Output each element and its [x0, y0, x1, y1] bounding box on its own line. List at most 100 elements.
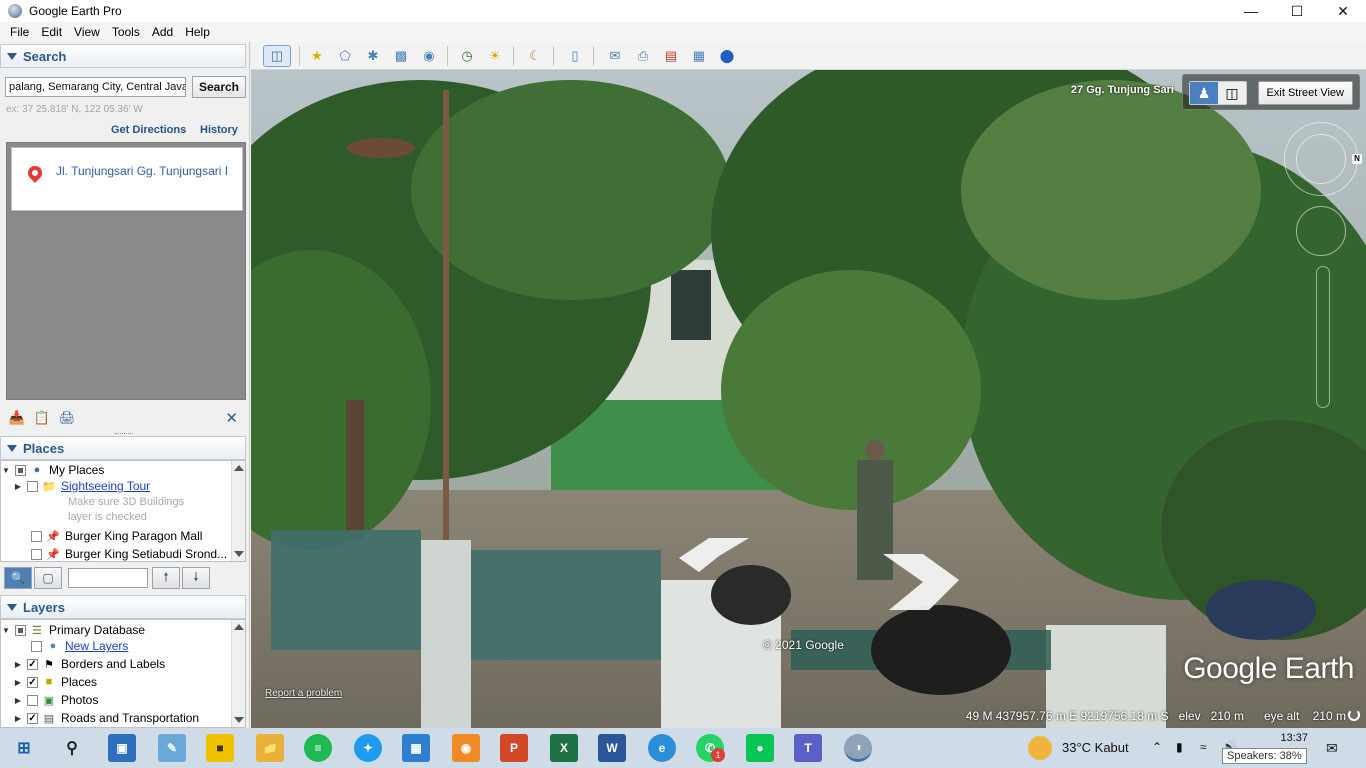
store-icon[interactable]: ▣ [108, 734, 136, 762]
view-in-maps-icon[interactable]: ▦ [687, 45, 711, 67]
move-joystick[interactable] [1296, 206, 1346, 256]
menu-help[interactable]: Help [179, 25, 216, 39]
move-up-icon[interactable]: 🠕 [152, 567, 180, 589]
tray-overflow-icon[interactable]: ⌃ [1152, 740, 1162, 754]
close-button[interactable]: ✕ [1320, 0, 1366, 22]
search-input[interactable]: palang, Semarang City, Central Java [5, 77, 186, 97]
historical-imagery-icon[interactable]: ◷ [455, 45, 479, 67]
expand-right-icon[interactable]: ▶ [13, 696, 23, 705]
menu-file[interactable]: File [4, 25, 35, 39]
excel-icon[interactable]: X [550, 734, 578, 762]
twitter-icon[interactable]: ✦ [354, 734, 382, 762]
menu-edit[interactable]: Edit [35, 25, 68, 39]
add-to-places-icon[interactable]: 📥 [8, 409, 26, 427]
checkbox[interactable] [31, 548, 42, 560]
path-icon[interactable]: ✱ [361, 45, 385, 67]
person-icon[interactable]: ♟ [1190, 82, 1218, 104]
expand-down-icon[interactable]: ▼ [1, 466, 11, 475]
layers-section-header[interactable]: Layers [0, 595, 246, 619]
email-icon[interactable]: ✉ [603, 45, 627, 67]
checkbox[interactable]: ✓ [27, 712, 38, 724]
report-problem-link[interactable]: Report a problem [265, 688, 342, 699]
menu-view[interactable]: View [68, 25, 106, 39]
line-icon[interactable]: ● [746, 734, 774, 762]
places-scrollbar[interactable] [231, 461, 245, 561]
save-image-icon[interactable]: ▤ [659, 45, 683, 67]
checkbox[interactable]: ✓ [27, 676, 38, 688]
tree-row-new-layers[interactable]: ● New Layers [27, 638, 128, 654]
history-link[interactable]: History [200, 124, 238, 136]
places-section-header[interactable]: Places [0, 436, 246, 460]
checkbox[interactable]: ✓ [27, 658, 38, 670]
weather-text[interactable]: 33°C Kabut [1062, 740, 1129, 755]
sidebar-toggle-icon[interactable]: ◫ [263, 45, 291, 67]
search-icon[interactable]: ⚲ [58, 734, 86, 762]
battery-icon[interactable]: ▮ [1176, 740, 1183, 754]
spotify-icon[interactable]: ≡ [304, 734, 332, 762]
street-view-viewport[interactable]: 27 Gg. Tunjung Sari ♟ ◫ Exit Street View… [251, 70, 1366, 728]
tree-row-sightseeing[interactable]: ▶ 📁 Sightseeing Tour [13, 478, 150, 494]
building-icon[interactable]: ◫ [1218, 82, 1246, 104]
look-joystick-inner[interactable] [1296, 134, 1346, 184]
maximize-button[interactable]: ☐ [1274, 0, 1320, 22]
ruler-icon[interactable]: ▯ [563, 45, 587, 67]
edge-icon[interactable]: e [648, 734, 676, 762]
expand-down-icon[interactable]: ▼ [1, 626, 11, 635]
word-icon[interactable]: W [598, 734, 626, 762]
places-filter-input[interactable] [68, 568, 148, 588]
teams-icon[interactable]: T [794, 734, 822, 762]
layers-scrollbar[interactable] [231, 620, 245, 727]
checkbox[interactable] [31, 640, 42, 652]
expand-right-icon[interactable]: ▶ [13, 660, 23, 669]
wifi-icon[interactable]: ≈ [1200, 740, 1207, 754]
view-mode-toggle[interactable]: ♟ ◫ [1189, 81, 1247, 105]
checkbox[interactable] [27, 694, 38, 706]
menu-add[interactable]: Add [146, 25, 179, 39]
search-places-icon[interactable]: 🔍 [4, 567, 32, 589]
tree-row-primary-db[interactable]: ▼ ☰ Primary Database [1, 622, 145, 638]
copy-icon[interactable]: 📋 [33, 409, 51, 427]
google-earth-taskbar-icon[interactable]: ◑ [844, 734, 872, 762]
pdf-app-icon[interactable]: ◉ [452, 734, 480, 762]
pen-app-icon[interactable]: ✎ [158, 734, 186, 762]
tree-row-places-layer[interactable]: ▶ ✓ ■ Places [13, 674, 97, 690]
tree-row-borders[interactable]: ▶ ✓ ⚑ Borders and Labels [13, 656, 165, 672]
checkbox[interactable] [15, 464, 26, 476]
minimize-button[interactable]: — [1228, 0, 1274, 22]
search-section-header[interactable]: Search [0, 44, 246, 68]
north-indicator-icon[interactable]: N [1352, 154, 1362, 164]
sightseeing-tour-link[interactable]: Sightseeing Tour [61, 479, 150, 493]
sticky-notes-icon[interactable]: ■ [206, 734, 234, 762]
print-icon[interactable]: 🖨 [58, 409, 76, 427]
search-result-title[interactable]: Jl. Tunjungsari Gg. Tunjungsari I [56, 164, 236, 178]
navigate-back-arrow-icon[interactable] [679, 538, 749, 572]
scroll-up-icon[interactable] [234, 465, 244, 471]
scroll-down-icon[interactable] [234, 551, 244, 557]
move-down-icon[interactable]: 🠗 [182, 567, 210, 589]
close-results-icon[interactable]: ✕ [225, 409, 238, 427]
tree-row-place[interactable]: 📌 Burger King Setiabudi Srond... [27, 546, 227, 561]
get-directions-link[interactable]: Get Directions [111, 124, 186, 136]
expand-right-icon[interactable]: ▶ [13, 714, 23, 723]
tree-row-my-places[interactable]: ▼ ● My Places [1, 462, 104, 478]
image-overlay-icon[interactable]: ▩ [389, 45, 413, 67]
checkbox[interactable] [27, 480, 38, 492]
tree-row-photos[interactable]: ▶ ▣ Photos [13, 692, 98, 708]
search-result-card[interactable]: Jl. Tunjungsari Gg. Tunjungsari I [11, 147, 243, 211]
new-layers-link[interactable]: New Layers [65, 639, 128, 653]
navigate-forward-arrow-icon[interactable] [883, 554, 959, 610]
menu-tools[interactable]: Tools [106, 25, 146, 39]
powerpoint-icon[interactable]: P [500, 734, 528, 762]
windows-start-icon[interactable]: ⊞ [10, 734, 38, 762]
scroll-down-icon[interactable] [234, 717, 244, 723]
planets-icon[interactable]: ☾ [523, 45, 547, 67]
notification-icon[interactable]: ✉ [1326, 740, 1338, 757]
checkbox[interactable] [15, 624, 26, 636]
exit-street-view-button[interactable]: Exit Street View [1257, 81, 1353, 105]
search-button[interactable]: Search [192, 76, 246, 98]
sunlight-icon[interactable]: ☀ [483, 45, 507, 67]
clock-time[interactable]: 13:37 [1280, 732, 1308, 744]
file-explorer-icon[interactable]: 📁 [256, 734, 284, 762]
zoom-slider[interactable] [1316, 266, 1330, 408]
print-icon[interactable]: ⎙ [631, 45, 655, 67]
